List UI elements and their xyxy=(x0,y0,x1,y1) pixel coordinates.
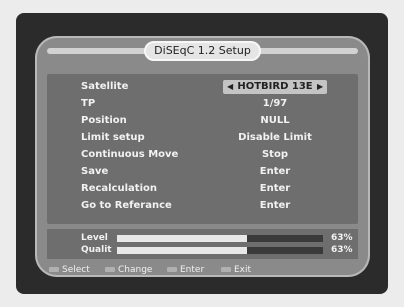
key-hint-bar: Select Change Enter Exit xyxy=(35,264,370,277)
menu-label: Satellite xyxy=(81,81,129,92)
menu-value: Enter xyxy=(259,183,291,194)
menu-value: HOTBIRD 13E xyxy=(237,81,313,92)
signal-quality-label: Qualit xyxy=(81,245,112,255)
menu-label: Recalculation xyxy=(81,183,158,194)
signal-level-row: Level 63% xyxy=(47,233,358,244)
enter-key-icon xyxy=(167,267,177,272)
hint-exit: Exit xyxy=(221,264,251,277)
menu-row-continuous-move[interactable]: Continuous Move Stop xyxy=(47,148,358,162)
title-bar: DiSEqC 1.2 Setup xyxy=(35,36,370,66)
change-key-icon xyxy=(105,267,115,272)
menu-value: Stop xyxy=(261,149,288,160)
menu-value: NULL xyxy=(260,115,290,126)
hint-change: Change xyxy=(105,264,152,277)
menu-row-position[interactable]: Position NULL xyxy=(47,114,358,128)
menu-label: Continuous Move xyxy=(81,149,179,160)
menu-row-recalculation[interactable]: Recalculation Enter xyxy=(47,182,358,196)
menu-row-go-to-reference[interactable]: Go to Referance Enter xyxy=(47,199,358,213)
settings-panel: Satellite ◀ HOTBIRD 13E ▶ TP 1/97 Positi… xyxy=(47,74,358,224)
signal-quality-fill xyxy=(117,247,247,254)
menu-row-limit-setup[interactable]: Limit setup Disable Limit xyxy=(47,131,358,145)
hint-exit-label: Exit xyxy=(234,265,252,275)
signal-quality-row: Qualit 63% xyxy=(47,245,358,256)
menu-row-save[interactable]: Save Enter xyxy=(47,165,358,179)
tv-screen: DiSEqC 1.2 Setup Satellite ◀ HOTBIRD 13E… xyxy=(16,13,388,294)
menu-label: TP xyxy=(81,98,96,109)
menu-value: 1/97 xyxy=(262,98,288,109)
menu-row-tp[interactable]: TP 1/97 xyxy=(47,97,358,111)
hint-select: Select xyxy=(49,264,90,277)
right-arrow-icon[interactable]: ▶ xyxy=(317,80,323,94)
menu-value: Enter xyxy=(259,200,291,211)
diseqc-setup-window: DiSEqC 1.2 Setup Satellite ◀ HOTBIRD 13E… xyxy=(35,36,370,277)
signal-quality-bar xyxy=(117,247,323,254)
menu-label: Limit setup xyxy=(81,132,145,143)
menu-row-satellite[interactable]: Satellite ◀ HOTBIRD 13E ▶ xyxy=(47,80,358,94)
signal-level-bar xyxy=(117,235,323,242)
hint-enter-label: Enter xyxy=(180,265,205,275)
menu-value: Enter xyxy=(259,166,291,177)
menu-label: Go to Referance xyxy=(81,200,172,211)
signal-level-label: Level xyxy=(81,233,108,243)
signal-level-value: 63% xyxy=(331,233,353,243)
menu-label: Save xyxy=(81,166,109,177)
hint-select-label: Select xyxy=(62,265,90,275)
hint-enter: Enter xyxy=(167,264,204,277)
signal-level-fill xyxy=(117,235,247,242)
menu-label: Position xyxy=(81,115,127,126)
window-title: DiSEqC 1.2 Setup xyxy=(144,41,261,61)
signal-panel: Level 63% Qualit 63% xyxy=(47,229,358,259)
menu-value: Disable Limit xyxy=(238,132,312,143)
select-key-icon xyxy=(49,267,59,272)
hint-change-label: Change xyxy=(118,265,153,275)
exit-key-icon xyxy=(221,267,231,272)
signal-quality-value: 63% xyxy=(331,245,353,255)
